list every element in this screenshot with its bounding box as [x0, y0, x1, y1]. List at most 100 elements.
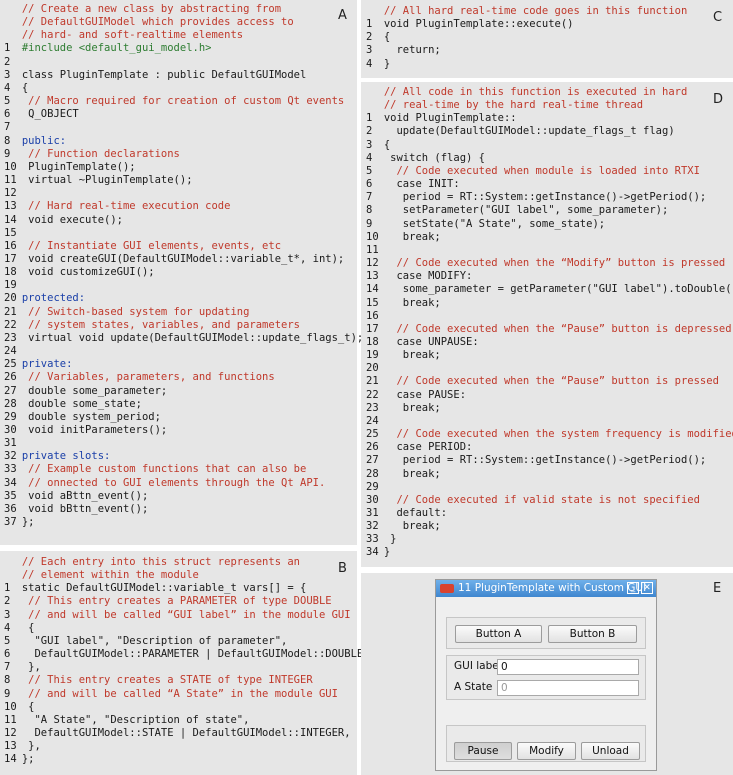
button-a[interactable]: Button A — [455, 625, 542, 643]
line-number: 27 — [4, 384, 17, 397]
code-text: case PAUSE: — [383, 388, 467, 401]
code-text: // Each entry into this struct represent… — [21, 556, 300, 568]
code-text: // Create a new class by abstracting fro… — [21, 3, 282, 15]
code-text: }, — [21, 661, 41, 674]
line-number: 30 — [366, 493, 379, 506]
code-line: 25 private: — [4, 358, 363, 371]
code-text: }, — [21, 740, 41, 753]
code-line: // All code in this function is executed… — [366, 86, 733, 99]
line-number: 10 — [366, 230, 379, 243]
line-number: 6 — [4, 108, 11, 121]
code-line: 5 // Macro required for creation of cust… — [4, 95, 363, 108]
button-b[interactable]: Button B — [548, 625, 637, 643]
code-line: 15 break; — [366, 297, 733, 310]
line-number: 16 — [4, 239, 17, 252]
code-text: } — [383, 57, 391, 70]
code-line: 14 void execute(); — [4, 214, 363, 227]
code-text: // onnected to GUI elements through the … — [21, 476, 326, 489]
line-number: 32 — [366, 520, 379, 533]
code-line: 31 — [4, 437, 363, 450]
panel-letter-a: A — [338, 8, 347, 23]
a-state-caption: A State — [454, 681, 493, 693]
line-number: 15 — [366, 296, 379, 309]
custom-buttons-group: Button A Button B — [446, 617, 646, 649]
code-line: 27 period = RT::System::getInstance()->g… — [366, 454, 733, 467]
code-line: 9 setState("A State", some_state); — [366, 218, 733, 231]
line-number: 18 — [4, 266, 17, 279]
code-line: 12 — [4, 187, 363, 200]
panel-letter-c: C — [713, 10, 723, 25]
code-line: 22 case PAUSE: — [366, 389, 733, 402]
code-text: case UNPAUSE: — [383, 335, 479, 348]
code-line: 1 #include <default_gui_model.h> — [4, 42, 363, 55]
code-text: switch (flag) { — [383, 151, 485, 164]
code-line: 4} — [366, 58, 687, 71]
code-line: 35 void aBttn_event(); — [4, 490, 363, 503]
window-titlebar[interactable]: 11 PluginTemplate with Custom GUI _ ✕ — [436, 580, 656, 597]
code-line: 27 double some_parameter; — [4, 385, 363, 398]
code-text: // system states, variables, and paramet… — [21, 318, 300, 331]
code-text: void aBttn_event(); — [21, 489, 149, 502]
line-number: 7 — [4, 661, 11, 674]
code-line: 9 // Function declarations — [4, 148, 363, 161]
code-line: 7 }, — [4, 661, 370, 674]
code-line: 6 case INIT: — [366, 178, 733, 191]
line-number: 11 — [4, 174, 17, 187]
code-text: some_parameter = getParameter("GUI label… — [383, 283, 733, 296]
code-line: 14 some_parameter = getParameter("GUI la… — [366, 283, 733, 296]
code-line: 29 — [366, 481, 733, 494]
code-text: void initParameters(); — [21, 424, 168, 436]
line-number: 3 — [4, 68, 11, 81]
code-text: DefaultGUIModel::STATE | DefaultGUIModel… — [21, 727, 351, 740]
code-line: 2{ — [366, 31, 687, 44]
code-text: // Code executed when the “Modify” butto… — [383, 257, 726, 270]
line-number: 4 — [366, 57, 373, 70]
line-number: 11 — [366, 243, 379, 256]
code-line: // Create a new class by abstracting fro… — [4, 3, 363, 16]
code-text: // DefaultGUIModel which provides access… — [21, 16, 294, 29]
code-line: 9 // and will be called “A State” in the… — [4, 688, 370, 701]
code-text: update(DefaultGUIModel::update_flags_t f… — [383, 125, 675, 138]
line-number: 8 — [4, 134, 11, 147]
code-text: default: — [383, 507, 448, 519]
line-number: 25 — [4, 358, 17, 371]
code-line: 18 void customizeGUI(); — [4, 266, 363, 279]
code-text: Q_OBJECT — [21, 108, 79, 121]
line-number: 23 — [366, 401, 379, 414]
line-number: 26 — [366, 441, 379, 454]
line-number: 14 — [4, 213, 17, 226]
code-text: // real-time by the hard real-time threa… — [383, 99, 644, 112]
panel-c-execute-function: // All hard real-time code goes in this … — [361, 0, 733, 78]
line-number: 24 — [4, 345, 17, 358]
code-text: DefaultGUIModel::PARAMETER | DefaultGUIM… — [21, 648, 370, 661]
code-line: 23 break; — [366, 402, 733, 415]
pause-button[interactable]: Pause — [454, 742, 512, 760]
line-number: 7 — [366, 191, 373, 204]
close-icon[interactable]: ✕ — [641, 582, 653, 594]
app-icon — [440, 584, 454, 593]
line-number: 9 — [4, 147, 11, 160]
code-line: 16 — [366, 310, 733, 323]
code-block-c: // All hard real-time code goes in this … — [366, 5, 687, 71]
code-line: 2 — [4, 56, 363, 69]
code-line: 37}; — [4, 516, 363, 529]
line-number: 26 — [4, 371, 17, 384]
modify-button[interactable]: Modify — [517, 742, 576, 760]
line-number: 35 — [4, 489, 17, 502]
code-text: case MODIFY: — [383, 270, 473, 283]
line-number: 32 — [4, 450, 17, 463]
line-number: 4 — [366, 151, 373, 164]
minimize-icon[interactable]: _ — [627, 582, 639, 594]
code-line: 13 // Hard real-time execution code — [4, 200, 363, 213]
line-number: 4 — [4, 81, 11, 94]
code-text: period = RT::System::getInstance()->getP… — [383, 454, 707, 467]
code-text: setParameter("GUI label", some_parameter… — [383, 204, 669, 217]
code-text: double some_parameter; — [21, 384, 168, 397]
unload-button[interactable]: Unload — [581, 742, 640, 760]
panel-letter-e: E — [713, 581, 722, 596]
line-number: 10 — [4, 700, 17, 713]
code-block-b: // Each entry into this struct represent… — [4, 556, 370, 767]
gui-label-field[interactable]: 0 — [497, 659, 639, 675]
code-text: period = RT::System::getInstance()->getP… — [383, 191, 707, 204]
line-number: 3 — [4, 608, 11, 621]
